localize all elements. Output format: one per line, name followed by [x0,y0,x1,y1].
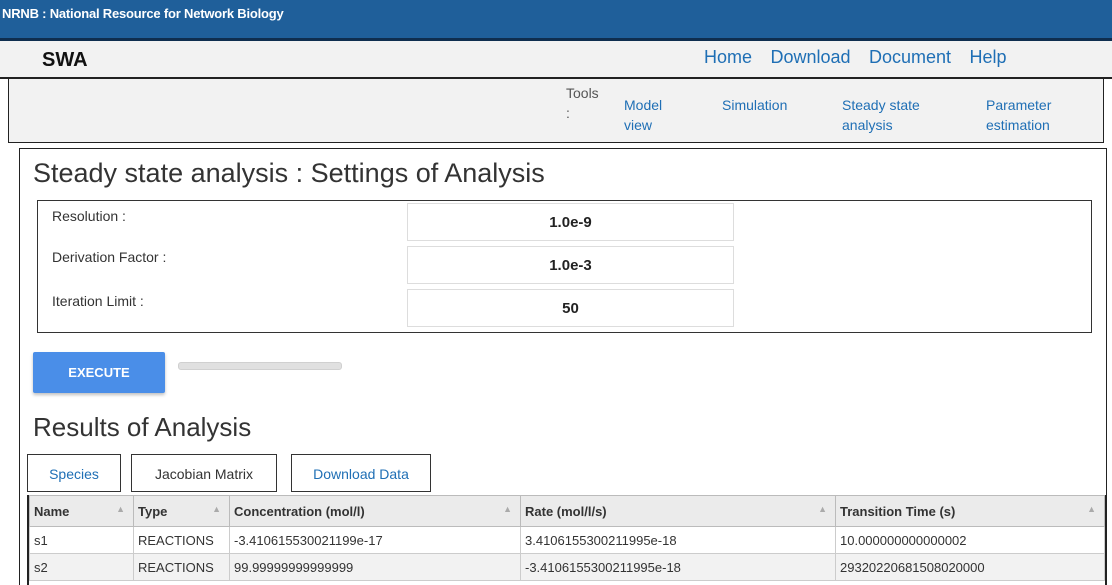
navbar: SWA Home Download Document Help [0,41,1112,79]
nav-download-link[interactable]: Download [770,47,850,67]
tab-jacobian-matrix[interactable]: Jacobian Matrix [131,454,277,492]
cell-name: s1 [29,526,134,554]
sort-icon[interactable]: ▲ [1087,504,1096,514]
cell-transition-time: 29320220681508020000 [835,553,1105,581]
nav-links: Home Download Document Help [704,47,1021,68]
cell-rate: 3.4106155300211995e-18 [520,526,836,554]
execute-button[interactable]: EXECUTE [33,352,165,393]
cell-concentration: -3.410615530021199e-17 [229,526,521,554]
sort-icon[interactable]: ▲ [116,504,125,514]
cell-type: REACTIONS [133,526,230,554]
sort-icon[interactable]: ▲ [503,504,512,514]
derivation-factor-label: Derivation Factor : [52,249,167,265]
results-title: Results of Analysis [33,412,252,442]
cell-rate: -3.4106155300211995e-18 [520,553,836,581]
tool-simulation[interactable]: Simulation [722,95,787,115]
settings-panel: Resolution : 1.0e-9 Derivation Factor : … [37,200,1092,333]
table-header-row: Name ▲ Type ▲ Concentration (mol/l) ▲ Rate … [29,495,1105,527]
resolution-label: Resolution : [52,208,126,224]
sort-icon[interactable]: ▲ [212,504,221,514]
tools-bar: Tools : Model view Simulation Steady sta… [8,79,1104,143]
cell-type: REACTIONS [133,553,230,581]
nav-help-link[interactable]: Help [969,47,1006,67]
column-header-name[interactable]: Name ▲ [29,495,134,527]
cell-name: s2 [29,553,134,581]
results-table: Name ▲ Type ▲ Concentration (mol/l) ▲ Rate … [27,495,1107,585]
tool-steady-state-analysis[interactable]: Steady state analysis [842,95,920,135]
site-title: NRNB : National Resource for Network Bio… [2,6,284,21]
iteration-limit-label: Iteration Limit : [52,293,144,309]
nav-document-link[interactable]: Document [869,47,951,67]
column-header-type[interactable]: Type ▲ [133,495,230,527]
table-row[interactable]: s1 REACTIONS -3.410615530021199e-17 3.41… [29,526,1105,554]
top-banner: NRNB : National Resource for Network Bio… [0,0,1112,41]
cell-transition-time: 10.000000000000002 [835,526,1105,554]
sort-icon[interactable]: ▲ [818,504,827,514]
tools-label: Tools : [566,85,599,121]
settings-title: Steady state analysis : Settings of Anal… [33,158,545,188]
progress-bar [178,362,342,370]
cell-concentration: 99.99999999999999 [229,553,521,581]
app-name: SWA [42,49,88,71]
resolution-input[interactable]: 1.0e-9 [407,203,734,241]
column-header-concentration[interactable]: Concentration (mol/l) ▲ [229,495,521,527]
column-header-transition-time[interactable]: Transition Time (s) ▲ [835,495,1105,527]
tab-download-data[interactable]: Download Data [291,454,431,492]
column-header-rate[interactable]: Rate (mol/l/s) ▲ [520,495,836,527]
tool-model-view[interactable]: Model view [624,95,662,135]
table-row[interactable]: s2 REACTIONS 99.99999999999999 -3.410615… [29,553,1105,581]
tab-species[interactable]: Species [27,454,121,492]
iteration-limit-input[interactable]: 50 [407,289,734,327]
derivation-factor-input[interactable]: 1.0e-3 [407,246,734,284]
nav-home-link[interactable]: Home [704,47,752,67]
tool-parameter-estimation[interactable]: Parameter estimation [986,95,1051,135]
